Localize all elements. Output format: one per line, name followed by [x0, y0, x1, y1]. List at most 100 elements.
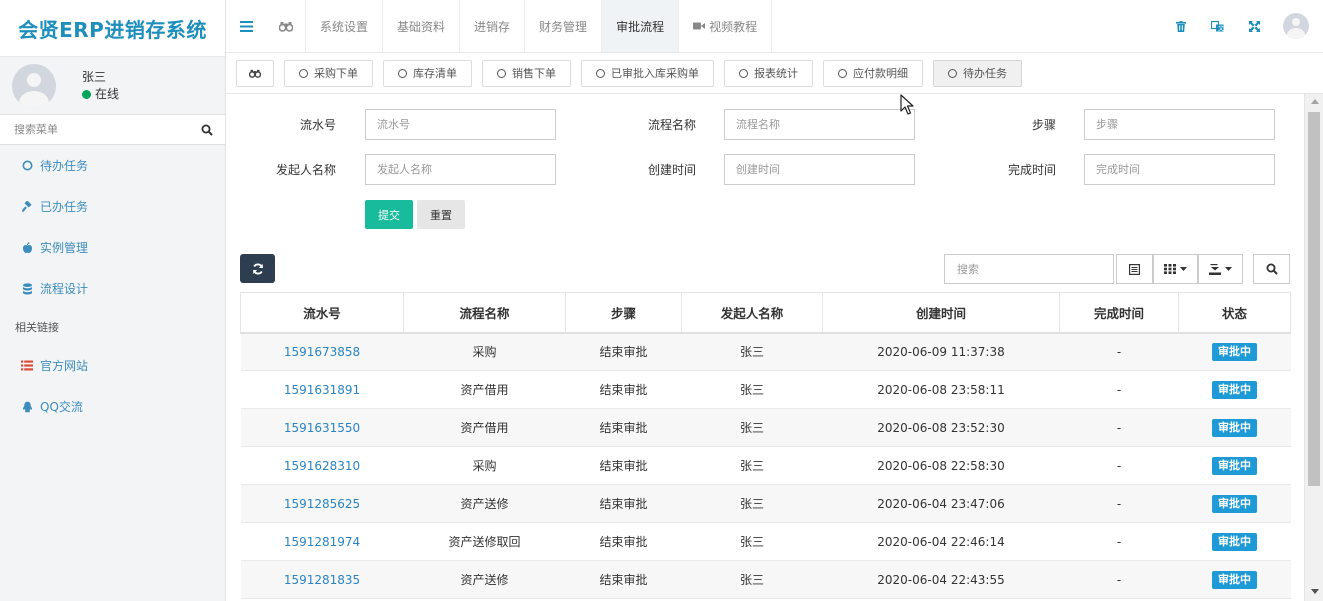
initiator-cell: 张三 [681, 560, 823, 599]
serial-number-cell[interactable]: 1591631550 [240, 408, 404, 447]
tab-label: 应付款明细 [853, 67, 908, 80]
nav-item-video-tutorial[interactable]: 视频教程 [679, 0, 773, 52]
nav-right-tools: 文 [1162, 0, 1323, 52]
tab-home[interactable] [236, 59, 274, 87]
sidebar-link-qq[interactable]: QQ交流 [0, 386, 225, 427]
grid-icon [1164, 264, 1176, 274]
serial-number-cell[interactable]: 1591285625 [240, 484, 404, 523]
column-header[interactable]: 完成时间 [1059, 292, 1179, 334]
chevron-down-icon [1180, 267, 1187, 271]
table-row[interactable]: 1591281974 资产送修取回 结束审批 张三 2020-06-04 22:… [240, 522, 1291, 561]
nav-item-finance[interactable]: 财务管理 [525, 0, 603, 52]
nav-item-inventory[interactable]: 进销存 [460, 0, 526, 52]
step-cell: 结束审批 [565, 522, 682, 561]
table-row[interactable]: 1591628310 采购 结束审批 张三 2020-06-08 22:58:3… [240, 446, 1291, 485]
nav-item-system-settings[interactable]: 系统设置 [306, 0, 384, 52]
created-time-cell: 2020-06-04 23:47:06 [822, 484, 1060, 523]
content-scrollbar[interactable] [1304, 94, 1323, 601]
table-row[interactable]: 1591631550 资产借用 结束审批 张三 2020-06-08 23:52… [240, 408, 1291, 447]
sidebar: 会贤ERP进销存系统 张三 在线 待办任务 已办任务 实例管理 [0, 0, 226, 601]
download-icon [1209, 263, 1221, 275]
serial-number-cell[interactable]: 1591631891 [240, 370, 404, 409]
completed-time-cell: - [1059, 446, 1179, 485]
mouse-cursor-icon [900, 94, 914, 115]
column-header[interactable]: 发起人名称 [681, 292, 823, 334]
created-time-cell: 2020-06-08 22:58:30 [822, 446, 1060, 485]
submit-button[interactable]: 提交 [365, 200, 413, 229]
app-logo[interactable]: 会贤ERP进销存系统 [0, 0, 225, 57]
table-row[interactable]: 1591631891 资产借用 结束审批 张三 2020-06-08 23:58… [240, 370, 1291, 409]
completed-time-cell: - [1059, 560, 1179, 599]
user-status: 在线 [82, 86, 119, 102]
table-row[interactable]: 1591281835 资产送修 结束审批 张三 2020-06-04 22:43… [240, 560, 1291, 599]
search-icon[interactable] [189, 115, 225, 144]
sidebar-item-todo[interactable]: 待办任务 [0, 145, 225, 186]
sidebar-item-label: 实例管理 [40, 241, 89, 255]
serial-number-cell[interactable]: 1591281974 [240, 522, 404, 561]
scrollbar-thumb[interactable] [1308, 112, 1320, 486]
tab-sales-order[interactable]: 销售下单 [482, 59, 571, 87]
scroll-down-arrow-icon[interactable] [1311, 589, 1319, 594]
tab-purchase-order[interactable]: 采购下单 [284, 59, 373, 87]
menu-toggle-icon[interactable] [226, 0, 267, 52]
user-avatar-small[interactable] [1283, 13, 1309, 39]
status-badge: 审批中 [1212, 418, 1257, 437]
sidebar-item-label: 待办任务 [40, 159, 89, 173]
column-header[interactable]: 状态 [1178, 292, 1291, 334]
sidebar-link-website[interactable]: 官方网站 [0, 345, 225, 386]
export-dropdown-button[interactable] [1198, 254, 1243, 284]
tab-reports[interactable]: 报表统计 [724, 59, 813, 87]
user-avatar [12, 63, 56, 108]
fullscreen-icon[interactable] [1236, 20, 1273, 32]
column-header[interactable]: 流程名称 [403, 292, 566, 334]
completed-time-cell: - [1059, 408, 1179, 447]
serial-number-cell[interactable]: 1591281835 [240, 560, 404, 599]
reset-button[interactable]: 重置 [417, 200, 465, 229]
step-cell: 结束审批 [565, 560, 682, 599]
process-name-label: 流程名称 [647, 118, 696, 132]
table-row[interactable]: 1591285625 资产送修 结束审批 张三 2020-06-04 23:47… [240, 484, 1291, 523]
column-header[interactable]: 创建时间 [822, 292, 1060, 334]
dashboard-icon[interactable] [267, 0, 306, 52]
serial-number-field[interactable] [365, 109, 556, 140]
serial-number-cell[interactable]: 1591673858 [240, 332, 404, 371]
sidebar-item-instances[interactable]: 实例管理 [0, 227, 225, 268]
refresh-button[interactable] [240, 254, 275, 283]
completed-time-label: 完成时间 [1007, 163, 1056, 177]
trash-icon[interactable] [1162, 20, 1199, 32]
menu-search [0, 114, 225, 145]
scroll-up-arrow-icon[interactable] [1311, 99, 1319, 104]
advanced-search-button[interactable] [1253, 254, 1290, 284]
table-search-input[interactable] [944, 254, 1114, 284]
process-name-cell: 采购 [403, 332, 566, 371]
created-time-field[interactable] [724, 154, 915, 185]
column-header[interactable]: 步骤 [565, 292, 682, 334]
tab-approved-purchase[interactable]: 已审批入库采购单 [581, 59, 714, 87]
menu-search-input[interactable] [0, 115, 189, 144]
circle-icon [299, 68, 308, 78]
sidebar-item-label: 已办任务 [40, 200, 89, 214]
table-row[interactable]: 1591673858 采购 结束审批 张三 2020-06-09 11:37:3… [240, 332, 1291, 371]
completed-time-field[interactable] [1084, 154, 1275, 185]
tab-inventory-list[interactable]: 库存清单 [383, 59, 472, 87]
sidebar-item-design[interactable]: 流程设计 [0, 268, 225, 309]
status-badge: 审批中 [1212, 570, 1257, 589]
initiator-field[interactable] [365, 154, 556, 185]
columns-dropdown-button[interactable] [1153, 254, 1198, 284]
nav-item-basic-data[interactable]: 基础资料 [383, 0, 461, 52]
process-name-field[interactable] [724, 109, 915, 140]
step-field[interactable] [1084, 109, 1275, 140]
serial-number-cell[interactable]: 1591628310 [240, 446, 404, 485]
online-dot-icon [82, 89, 91, 99]
initiator-cell: 张三 [681, 332, 823, 371]
language-icon[interactable]: 文 [1199, 20, 1236, 32]
sidebar-item-done[interactable]: 已办任务 [0, 186, 225, 227]
tab-payables[interactable]: 应付款明细 [823, 59, 923, 87]
toggle-view-button[interactable] [1116, 254, 1153, 284]
column-header[interactable]: 流水号 [240, 292, 404, 334]
nav-item-approval[interactable]: 审批流程 [602, 0, 680, 52]
svg-text:文: 文 [1218, 24, 1224, 31]
tab-todo[interactable]: 待办任务 [933, 59, 1022, 87]
completed-time-cell: - [1059, 370, 1179, 409]
initiator-cell: 张三 [681, 446, 823, 485]
